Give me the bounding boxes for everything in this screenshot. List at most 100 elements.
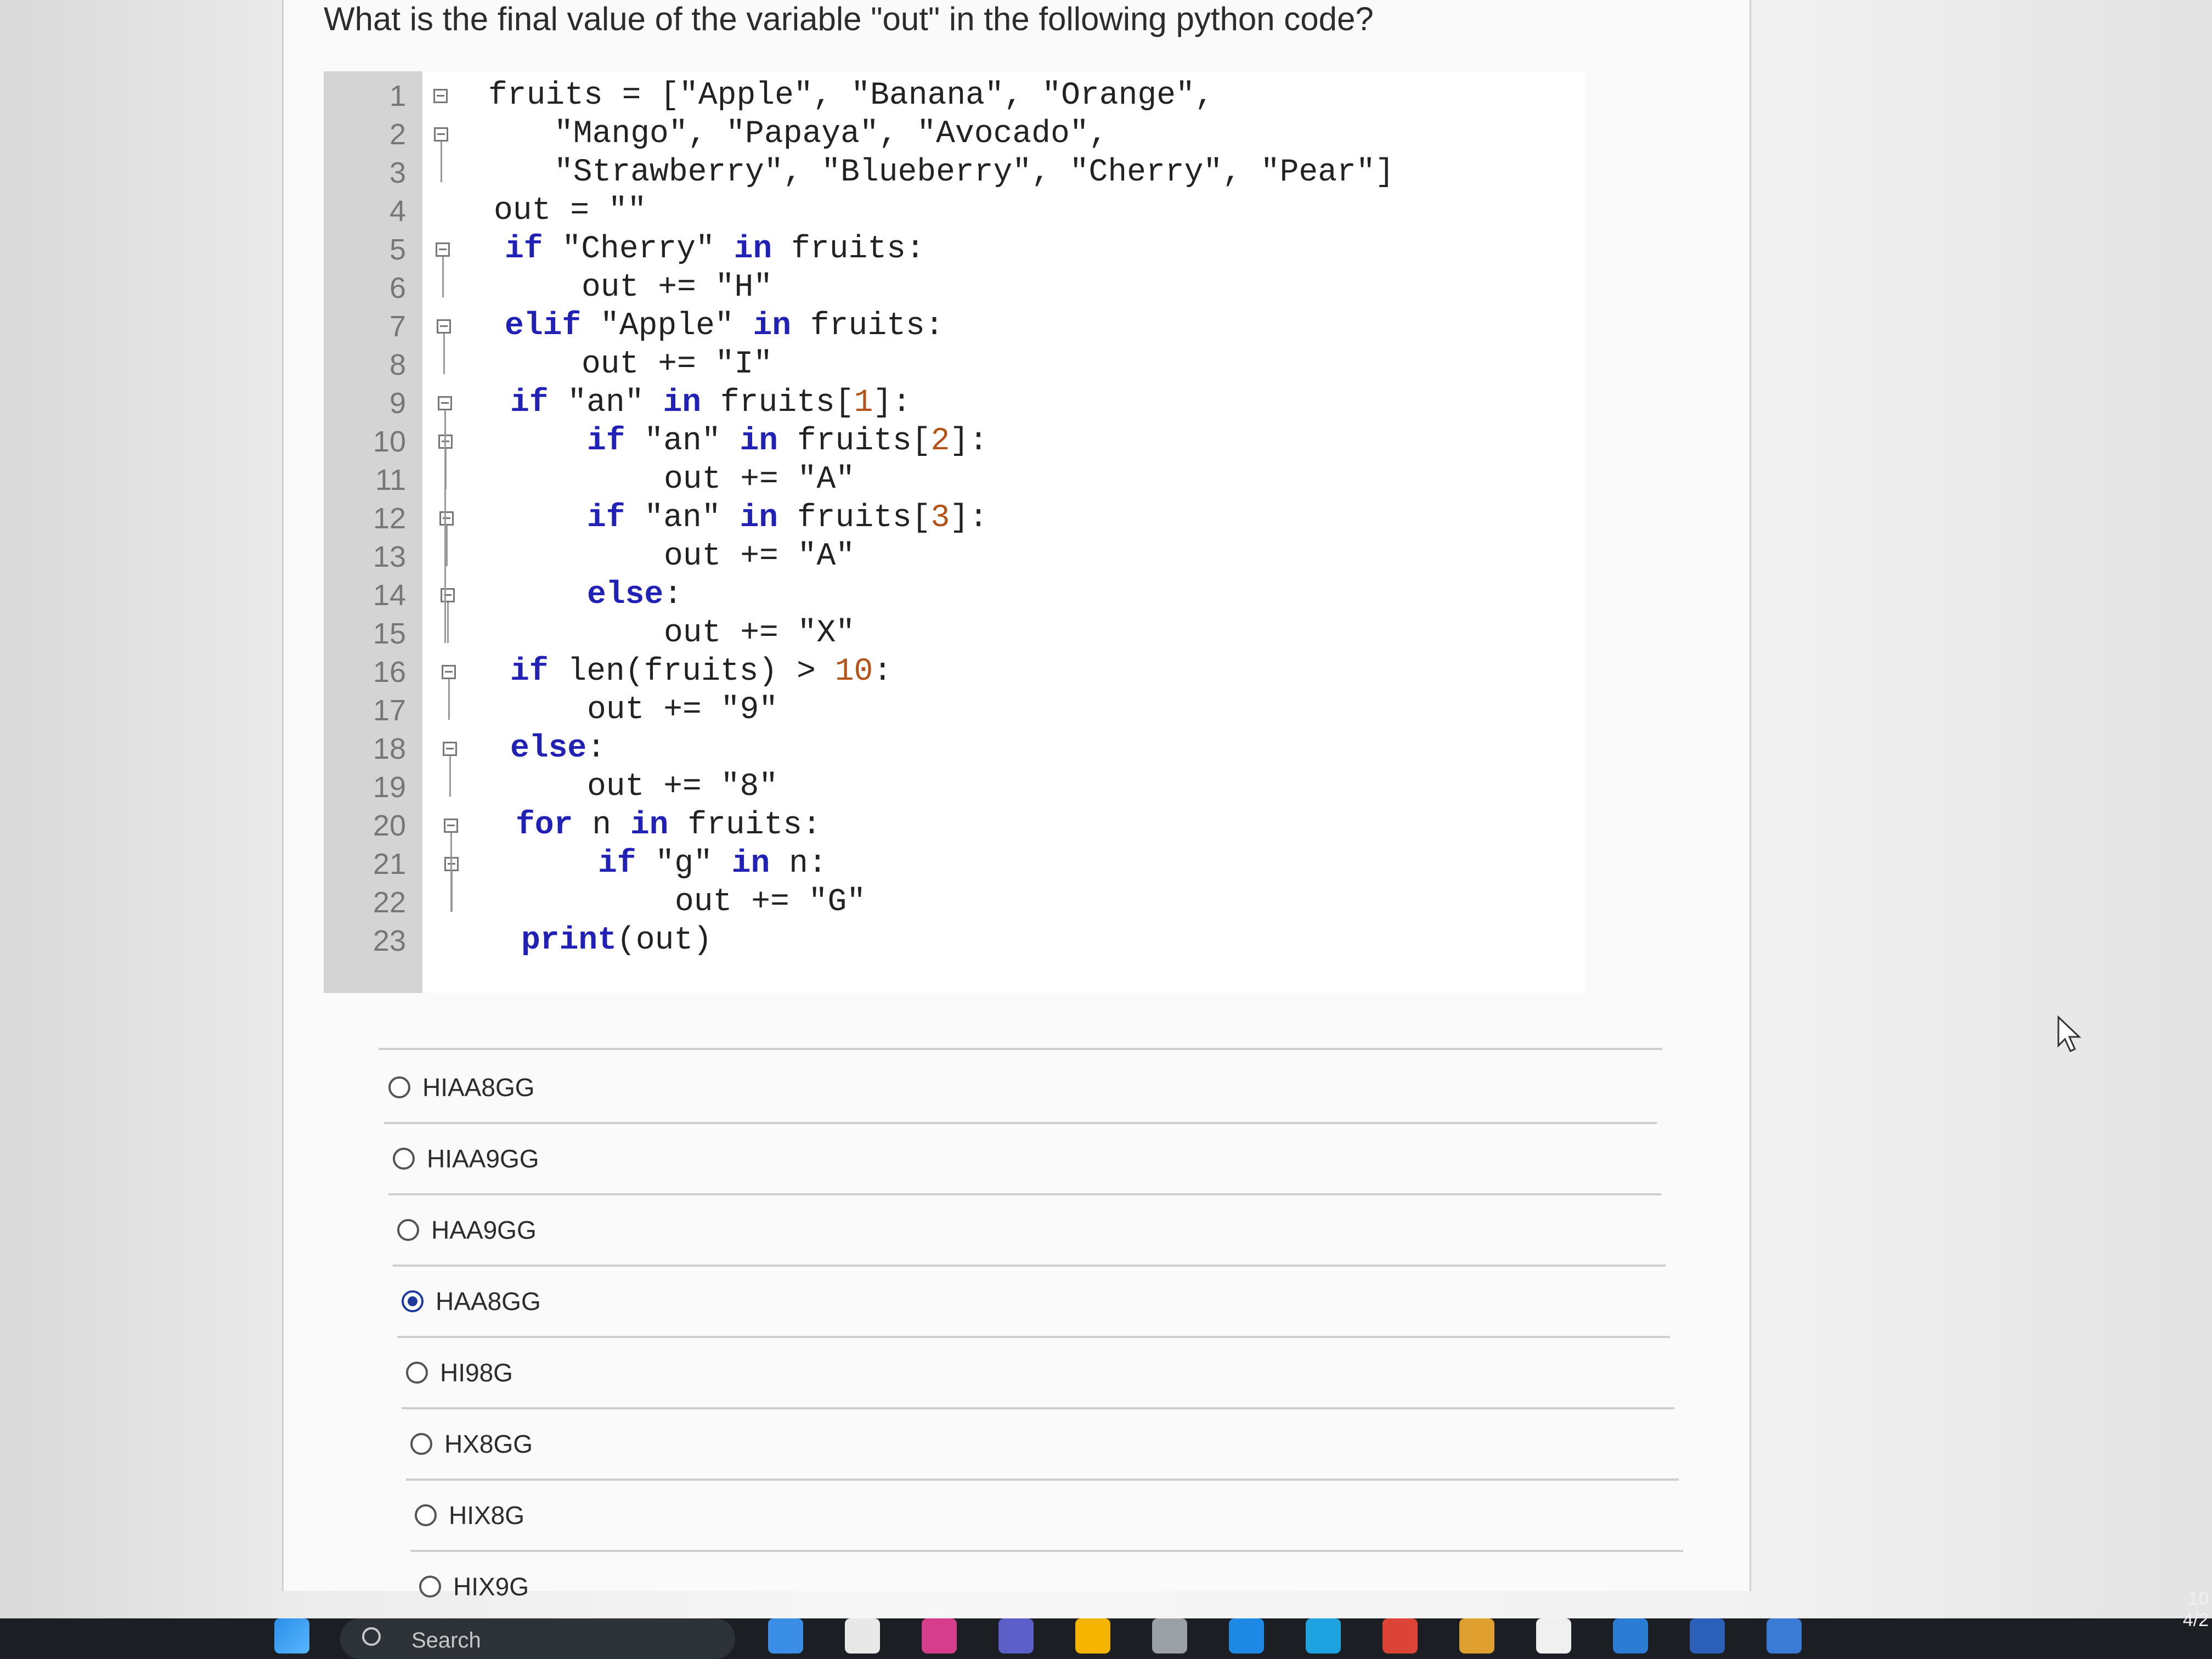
option-divider xyxy=(393,1265,1666,1267)
option-divider xyxy=(410,1550,1683,1552)
fold-toggle-icon[interactable] xyxy=(441,588,455,602)
fold-toggle-icon[interactable] xyxy=(444,819,458,833)
fold-toggle-icon[interactable] xyxy=(438,396,452,410)
code-keyword: if xyxy=(510,385,549,421)
fold-toggle-icon[interactable] xyxy=(437,319,451,334)
app-icon[interactable] xyxy=(922,1618,957,1654)
fold-toggle-icon[interactable] xyxy=(443,742,457,756)
line-number: 9 xyxy=(389,387,406,420)
answer-option-label: HIX9G xyxy=(453,1572,529,1601)
code-number: 10 xyxy=(834,654,873,690)
code-line: if len(fruits) > 10: xyxy=(510,653,892,691)
code-text: ]: xyxy=(950,500,988,536)
file-explorer-icon[interactable] xyxy=(1075,1618,1110,1654)
windows-start-icon[interactable] xyxy=(274,1618,309,1654)
code-keyword: elif xyxy=(505,308,582,344)
files-icon[interactable] xyxy=(1536,1618,1571,1654)
answer-option[interactable]: HIX9G xyxy=(419,1572,529,1601)
answer-option[interactable]: HIAA9GG xyxy=(393,1144,539,1173)
code-text: n xyxy=(573,808,630,843)
answer-option[interactable]: HIAA8GG xyxy=(388,1073,535,1102)
code-keyword: if xyxy=(587,500,625,536)
file-icon[interactable] xyxy=(845,1618,880,1654)
code-keyword: for xyxy=(516,808,573,843)
fold-toggle-icon[interactable] xyxy=(442,665,456,679)
code-text: "Apple" xyxy=(581,308,753,344)
answer-option[interactable]: HIX8G xyxy=(415,1500,524,1530)
code-keyword: if xyxy=(587,424,625,459)
code-text: ]: xyxy=(873,385,911,421)
store-icon[interactable] xyxy=(1152,1618,1187,1654)
code-text: "Strawberry", "Blueberry", "Cherry", "Pe… xyxy=(554,155,1395,190)
fold-toggle-icon[interactable] xyxy=(436,242,450,257)
answer-option[interactable]: HAA8GG xyxy=(402,1286,541,1316)
code-keyword: in xyxy=(731,846,770,882)
viva-icon[interactable] xyxy=(1767,1618,1802,1654)
draw-icon[interactable] xyxy=(1613,1618,1648,1654)
code-number: 2 xyxy=(930,424,950,459)
code-text: : xyxy=(586,731,606,766)
line-number: 19 xyxy=(373,771,406,804)
code-line: elif "Apple" in fruits: xyxy=(505,307,944,346)
option-divider xyxy=(406,1479,1679,1481)
teams-icon[interactable] xyxy=(998,1618,1034,1654)
radio-unselected-icon[interactable] xyxy=(406,1362,428,1384)
answer-option-label: HIX8G xyxy=(449,1501,525,1530)
fold-toggle-icon[interactable] xyxy=(434,127,448,142)
answer-option[interactable]: HI98G xyxy=(406,1358,513,1387)
code-line: out += "X" xyxy=(664,614,855,653)
code-text: "Cherry" xyxy=(543,232,734,267)
cortana-icon[interactable] xyxy=(1229,1618,1264,1654)
code-keyword: else xyxy=(587,577,664,613)
code-keyword: in xyxy=(753,308,792,344)
answer-option-label: HI98G xyxy=(440,1358,513,1387)
code-text: out += "H" xyxy=(582,270,773,306)
code-text: "an" xyxy=(548,385,663,421)
code-line: fruits = ["Apple", "Banana", "Orange", xyxy=(488,77,1214,115)
answer-option[interactable]: HAA9GG xyxy=(397,1215,537,1245)
radio-unselected-icon[interactable] xyxy=(397,1219,419,1241)
code-text: out += "A" xyxy=(664,539,855,574)
answer-option-label: HX8GG xyxy=(444,1430,533,1458)
line-number: 14 xyxy=(373,579,406,612)
radio-unselected-icon[interactable] xyxy=(415,1504,437,1526)
radio-unselected-icon[interactable] xyxy=(410,1433,432,1455)
code-keyword: if xyxy=(510,654,549,690)
code-text: ]: xyxy=(950,424,988,459)
code-line: if "an" in fruits[2]: xyxy=(587,422,988,461)
line-number: 8 xyxy=(389,348,406,381)
line-number: 12 xyxy=(373,502,406,535)
snipping-icon[interactable] xyxy=(1459,1618,1494,1654)
line-number: 5 xyxy=(389,233,406,266)
fold-guide-line xyxy=(443,334,445,374)
word-icon[interactable] xyxy=(1690,1618,1725,1654)
code-text: fruits[ xyxy=(778,424,931,459)
fold-toggle-icon[interactable] xyxy=(439,511,454,526)
code-text: fruits = ["Apple", "Banana", "Orange", xyxy=(488,78,1214,114)
code-line: out += "G" xyxy=(675,883,866,922)
answer-option-label: HIAA8GG xyxy=(422,1073,535,1102)
answer-option-label: HAA8GG xyxy=(436,1287,541,1316)
option-divider xyxy=(388,1193,1661,1195)
code-line: if "an" in fruits[1]: xyxy=(510,384,911,422)
code-text: out += "A" xyxy=(664,462,855,498)
taskbar-clock[interactable]: 10 4/2 xyxy=(2183,1588,2209,1631)
edge-icon[interactable] xyxy=(1306,1618,1341,1654)
code-number: 3 xyxy=(930,500,950,536)
mouse-cursor-icon xyxy=(2057,1015,2081,1053)
code-keyword: if xyxy=(505,232,543,267)
search-label: Search xyxy=(411,1628,481,1652)
fold-guide-line xyxy=(448,679,450,720)
code-text: fruits[ xyxy=(701,385,854,421)
taskbar-search[interactable]: Search xyxy=(340,1618,735,1659)
chrome-icon[interactable] xyxy=(1383,1618,1418,1654)
code-text: "an" xyxy=(625,500,740,536)
radio-unselected-icon[interactable] xyxy=(393,1148,415,1170)
widgets-icon[interactable] xyxy=(768,1618,803,1654)
radio-unselected-icon[interactable] xyxy=(388,1076,410,1098)
radio-selected-icon[interactable] xyxy=(402,1290,424,1312)
fold-toggle-icon[interactable] xyxy=(433,89,448,103)
code-text: "Mango", "Papaya", "Avocado", xyxy=(554,116,1108,152)
radio-unselected-icon[interactable] xyxy=(419,1576,441,1598)
answer-option[interactable]: HX8GG xyxy=(410,1429,533,1459)
